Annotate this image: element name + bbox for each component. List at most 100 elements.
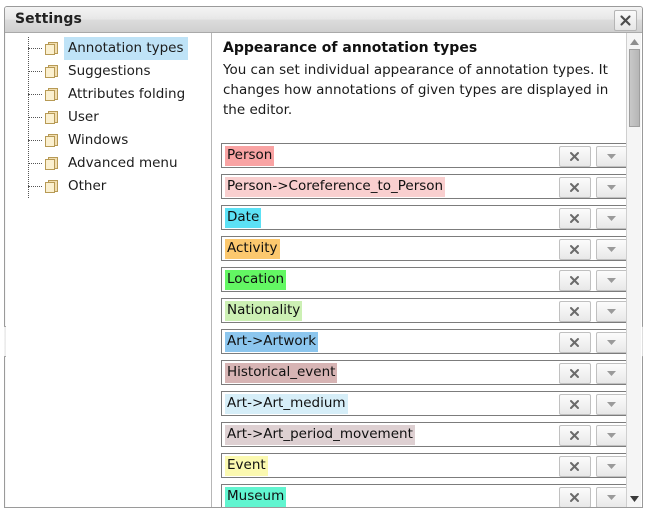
annotation-type-row[interactable]: Date — [221, 205, 632, 230]
sidebar-item-annotation-types[interactable]: Annotation types — [6, 37, 212, 60]
tree-branch-line — [28, 48, 42, 49]
x-icon — [570, 245, 579, 254]
scroll-up-button[interactable] — [627, 35, 641, 48]
annotation-type-row[interactable]: Art->Art_period_movement — [221, 422, 632, 447]
clear-color-button[interactable] — [559, 301, 591, 322]
annotation-type-row-actions — [554, 177, 628, 198]
tree-branch-line — [28, 94, 42, 95]
annotation-type-row-actions — [554, 487, 628, 507]
folder-icon — [45, 65, 58, 78]
annotation-type-row[interactable]: Person->Coreference_to_Person — [221, 174, 632, 199]
caret-down-icon — [607, 247, 616, 252]
x-icon — [570, 276, 579, 285]
clear-color-button[interactable] — [559, 208, 591, 229]
caret-down-icon — [607, 495, 616, 500]
color-dropdown-button[interactable] — [596, 487, 628, 507]
annotation-type-row-actions — [554, 208, 628, 229]
caret-down-icon — [607, 340, 616, 345]
triangle-up-icon — [630, 39, 639, 45]
x-icon — [570, 183, 579, 192]
color-dropdown-button[interactable] — [596, 177, 628, 198]
color-dropdown-button[interactable] — [596, 394, 628, 415]
color-dropdown-button[interactable] — [596, 239, 628, 260]
x-icon — [570, 493, 579, 502]
annotation-type-row[interactable]: Art->Art_medium — [221, 391, 632, 416]
dialog-title-bar[interactable]: Settings — [5, 7, 642, 33]
annotation-type-row[interactable]: Person — [221, 143, 632, 168]
annotation-type-row[interactable]: Museum — [221, 484, 632, 507]
page-title: Appearance of annotation types — [223, 40, 478, 56]
caret-down-icon — [607, 185, 616, 190]
annotation-type-name: Art->Artwork — [225, 332, 319, 352]
annotation-type-row[interactable]: Historical_event — [221, 360, 632, 385]
sidebar-item-attributes-folding[interactable]: Attributes folding — [6, 83, 212, 106]
sidebar-item-suggestions[interactable]: Suggestions — [6, 60, 212, 83]
color-dropdown-button[interactable] — [596, 363, 628, 384]
folder-icon — [44, 87, 59, 102]
close-button[interactable] — [614, 10, 637, 31]
sidebar-item-label: Attributes folding — [68, 86, 186, 102]
annotation-type-row[interactable]: Event — [221, 453, 632, 478]
color-dropdown-button[interactable] — [596, 146, 628, 167]
color-dropdown-button[interactable] — [596, 425, 628, 446]
annotation-type-name: Event — [225, 456, 268, 476]
folder-icon — [45, 88, 58, 101]
tree-branch-line — [28, 140, 42, 141]
sidebar-item-windows[interactable]: Windows — [6, 129, 212, 152]
clear-color-button[interactable] — [559, 394, 591, 415]
x-icon — [570, 214, 579, 223]
annotation-type-row-actions — [554, 270, 628, 291]
x-icon — [570, 431, 579, 440]
tree-branch-line — [28, 186, 42, 187]
folder-icon — [45, 42, 58, 55]
settings-category-pane: Annotation types Suggestions Attributes fo… — [6, 33, 212, 507]
clear-color-button[interactable] — [559, 177, 591, 198]
annotation-type-row[interactable]: Activity — [221, 236, 632, 261]
settings-dialog: Settings Annotation types Suggestions Attr… — [4, 6, 643, 508]
annotation-type-row[interactable]: Art->Artwork — [221, 329, 632, 354]
vertical-scrollbar[interactable] — [626, 33, 641, 507]
x-icon — [570, 338, 579, 347]
clear-color-button[interactable] — [559, 239, 591, 260]
sidebar-item-other[interactable]: Other — [6, 175, 212, 198]
color-dropdown-button[interactable] — [596, 208, 628, 229]
color-dropdown-button[interactable] — [596, 301, 628, 322]
folder-icon — [44, 156, 59, 171]
color-dropdown-button[interactable] — [596, 270, 628, 291]
folder-icon — [45, 134, 58, 147]
settings-tree: Annotation types Suggestions Attributes fo… — [6, 37, 212, 198]
caret-down-icon — [607, 278, 616, 283]
clear-color-button[interactable] — [559, 363, 591, 384]
annotation-type-row-actions — [554, 301, 628, 322]
caret-down-icon — [607, 154, 616, 159]
caret-down-icon — [607, 433, 616, 438]
clear-color-button[interactable] — [559, 146, 591, 167]
caret-down-icon — [607, 464, 616, 469]
annotation-type-row-actions — [554, 146, 628, 167]
sidebar-item-label: Suggestions — [68, 63, 151, 79]
clear-color-button[interactable] — [559, 270, 591, 291]
annotation-type-name: Museum — [225, 487, 287, 507]
clear-color-button[interactable] — [559, 332, 591, 353]
page-description: You can set individual appearance of ann… — [223, 62, 609, 118]
annotation-type-row[interactable]: Location — [221, 267, 632, 292]
dialog-title: Settings — [15, 11, 82, 27]
color-dropdown-button[interactable] — [596, 332, 628, 353]
scroll-thumb[interactable] — [629, 49, 640, 127]
annotation-type-row[interactable]: Nationality — [221, 298, 632, 323]
caret-down-icon — [607, 402, 616, 407]
sidebar-item-advanced-menu[interactable]: Advanced menu — [6, 152, 212, 175]
sidebar-item-user[interactable]: User — [6, 106, 212, 129]
desktop-background: Settings Annotation types Suggestions Attr… — [0, 0, 650, 519]
clear-color-button[interactable] — [559, 425, 591, 446]
color-dropdown-button[interactable] — [596, 456, 628, 477]
annotation-type-name: Nationality — [225, 301, 303, 321]
caret-down-icon — [607, 309, 616, 314]
annotation-type-name: Historical_event — [225, 363, 338, 383]
annotation-type-row-actions — [554, 332, 628, 353]
clear-color-button[interactable] — [559, 487, 591, 507]
clear-color-button[interactable] — [559, 456, 591, 477]
settings-detail-pane: Appearance of annotation types You can s… — [213, 33, 642, 507]
caret-down-icon — [607, 371, 616, 376]
scroll-down-button[interactable] — [627, 492, 641, 505]
